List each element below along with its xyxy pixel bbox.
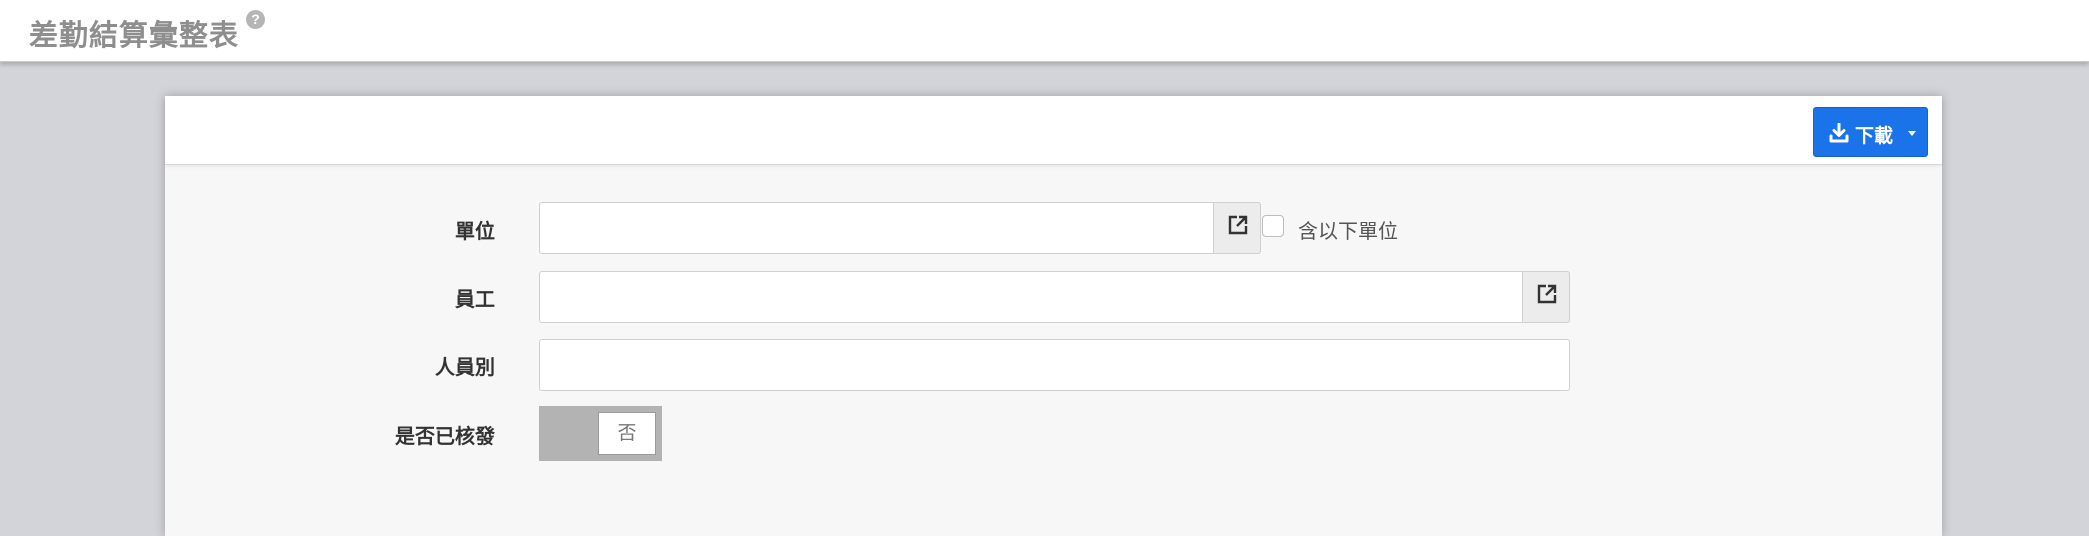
top-bar: 差勤結算彙整表 ? (0, 0, 2089, 62)
employee-field[interactable] (539, 271, 1570, 323)
help-icon[interactable]: ? (246, 10, 265, 29)
issued-toggle-knob: 否 (598, 412, 656, 455)
employee-picker-button[interactable] (1522, 271, 1570, 323)
external-link-icon (1537, 284, 1557, 304)
unit-picker-button[interactable] (1213, 202, 1261, 254)
external-link-icon (1228, 215, 1248, 235)
download-button[interactable]: 下載 (1813, 107, 1928, 157)
include-sub-units-label: 含以下單位 (1298, 221, 1398, 243)
unit-label: 單位 (455, 221, 495, 243)
form-panel: 下載 單位 含以下單位 員工 人員別 是否已核發 否 (165, 96, 1942, 536)
employee-label: 員工 (455, 289, 495, 311)
issued-label: 是否已核發 (395, 426, 495, 448)
caret-down-icon (1908, 131, 1916, 136)
personnel-type-field[interactable] (539, 339, 1570, 391)
personnel-type-label: 人員別 (435, 357, 495, 379)
panel-header: 下載 (165, 96, 1942, 165)
download-icon (1829, 122, 1849, 148)
page-title: 差勤結算彙整表 (29, 20, 240, 52)
issued-toggle[interactable]: 否 (539, 406, 662, 461)
unit-field[interactable] (539, 202, 1261, 254)
download-label: 下載 (1855, 126, 1894, 147)
include-sub-units-checkbox[interactable] (1262, 215, 1284, 237)
